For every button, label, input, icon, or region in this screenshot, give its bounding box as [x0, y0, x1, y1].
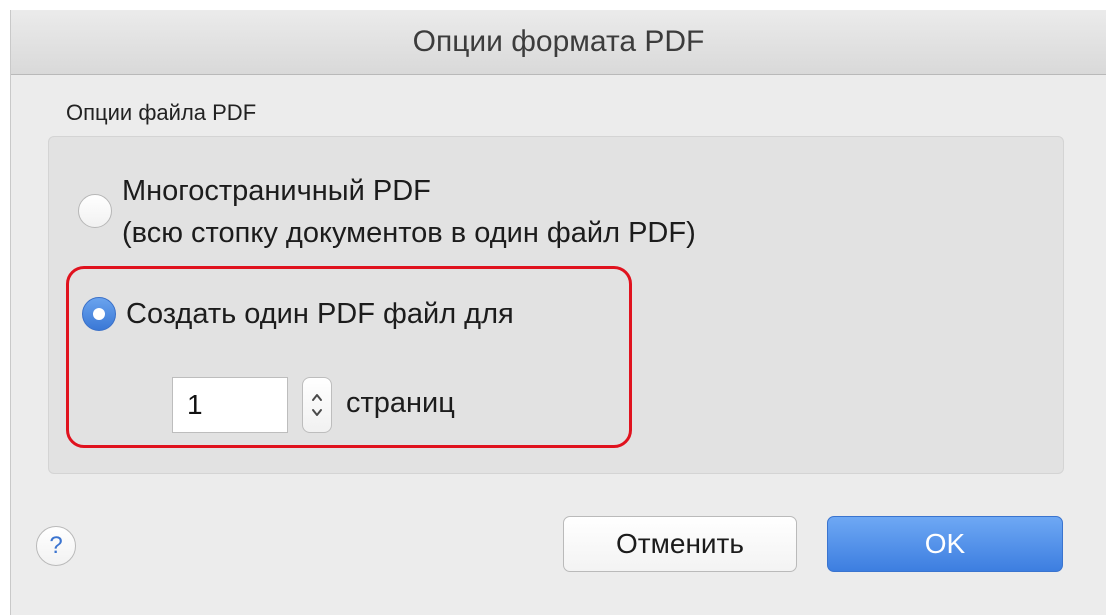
cancel-button[interactable]: Отменить	[563, 516, 797, 572]
single-pdf-per-pages-radio[interactable]	[82, 297, 116, 331]
stepper-up-arrow[interactable]	[312, 394, 322, 401]
stepper-down-arrow[interactable]	[312, 409, 322, 416]
multipage-pdf-radio[interactable]	[78, 194, 112, 228]
up-down-stepper-icon	[312, 394, 322, 416]
question-mark-icon: ?	[49, 532, 63, 559]
pages-count-input[interactable]	[172, 377, 288, 433]
multipage-pdf-label[interactable]: Многостраничный PDF (всю стопку документ…	[122, 170, 696, 254]
dialog-title: Опции формата PDF	[11, 10, 1106, 75]
pages-count-stepper[interactable]	[302, 377, 332, 433]
multipage-pdf-label-line2: (всю стопку документов в один файл PDF)	[122, 217, 696, 249]
file-options-group-title: Опции файла PDF	[66, 100, 257, 125]
multipage-pdf-label-line1: Многостраничный PDF	[122, 175, 431, 207]
multipage-pdf-option[interactable]: Многостраничный PDF (всю стопку документ…	[78, 170, 696, 254]
ok-button[interactable]: OK	[827, 516, 1063, 572]
radio-selected-dot	[93, 308, 105, 320]
single-pdf-per-pages-label[interactable]: Создать один PDF файл для	[126, 293, 514, 335]
help-button[interactable]: ?	[36, 526, 76, 566]
pages-unit-label: страниц	[346, 387, 455, 419]
single-pdf-per-pages-option[interactable]: Создать один PDF файл для	[82, 293, 514, 335]
